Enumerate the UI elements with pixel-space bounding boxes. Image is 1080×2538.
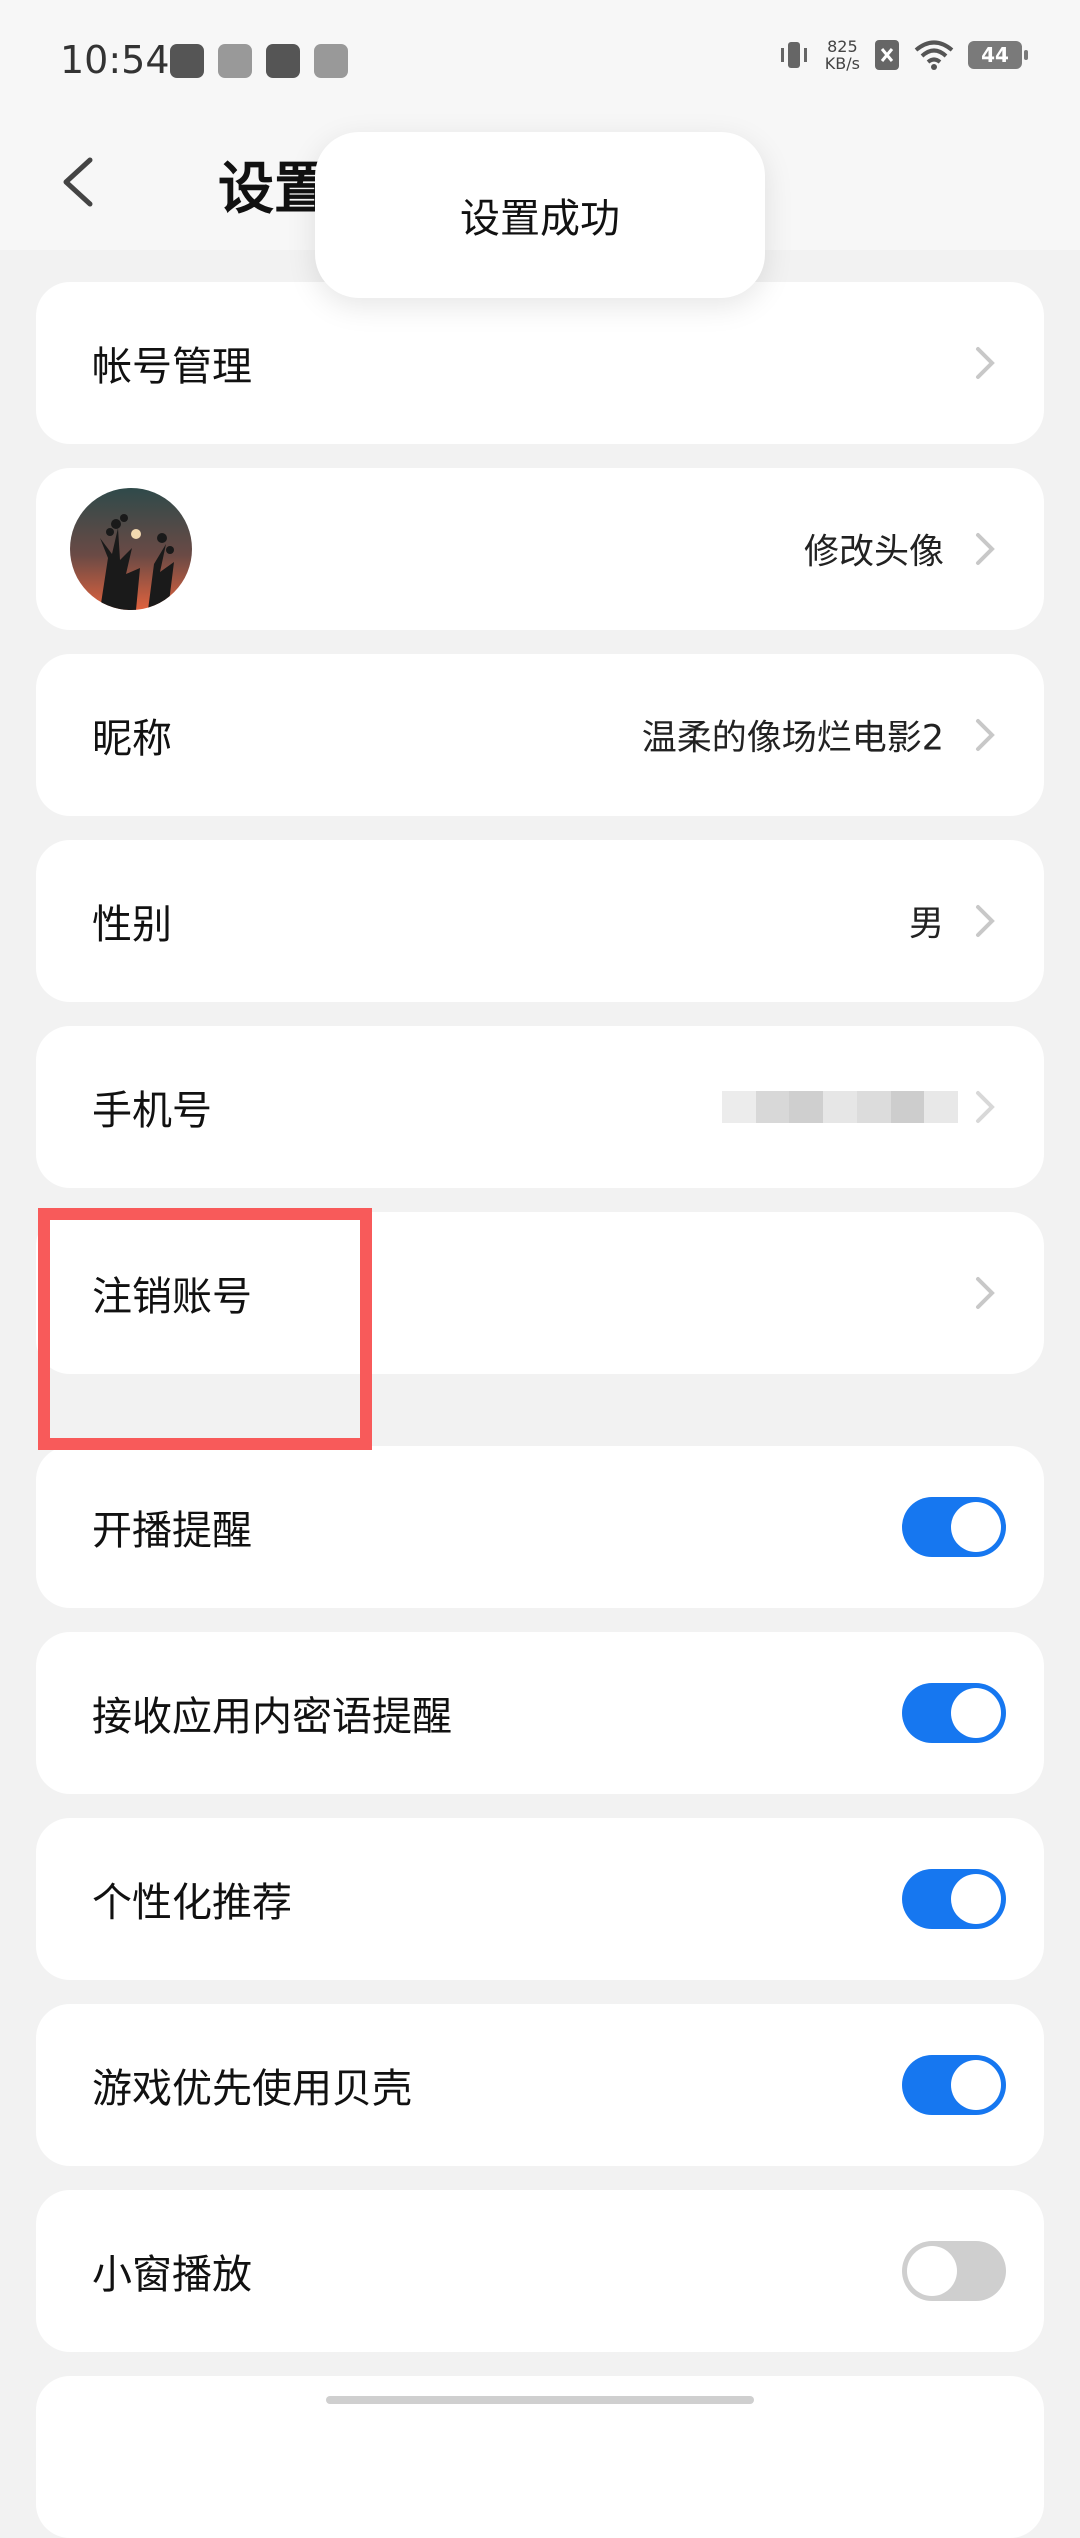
delete-account-label: 注销账号 [92, 1274, 252, 1320]
chevron-right-icon [976, 347, 995, 379]
mini-window-playback-item: 小窗播放 [36, 2190, 1044, 2352]
chevron-right-icon [976, 1091, 995, 1123]
network-speed: 825 KB/s [825, 38, 860, 72]
avatar [70, 488, 192, 610]
toast-message: 设置成功 [315, 132, 765, 298]
mini-window-playback-toggle[interactable] [902, 2241, 1006, 2301]
notification-icons [170, 44, 348, 78]
personalized-recommendation-item: 个性化推荐 [36, 1818, 1044, 1980]
no-sim-icon [875, 40, 899, 70]
wifi-icon [914, 40, 954, 70]
home-indicator [326, 2396, 754, 2404]
live-start-reminder-item: 开播提醒 [36, 1446, 1044, 1608]
chevron-right-icon [976, 719, 995, 751]
change-avatar-label: 修改头像 [803, 532, 944, 573]
qq-icon [218, 44, 252, 78]
toggle-knob [951, 1502, 1001, 1552]
chevron-right-icon [976, 533, 995, 565]
battery-icon: 44 [968, 41, 1028, 69]
account-management-item[interactable]: 帐号管理 [36, 282, 1044, 444]
toggle-knob [951, 2060, 1001, 2110]
status-time: 10:54 [60, 38, 170, 82]
status-bar: 10:54 825 KB/s 44 [0, 0, 1080, 120]
private-message-reminder-item: 接收应用内密语提醒 [36, 1632, 1044, 1794]
nickname-value: 温柔的像场烂电影2 [641, 718, 944, 759]
phone-number-item[interactable]: 手机号 [36, 1026, 1044, 1188]
nickname-label: 昵称 [92, 716, 172, 762]
chevron-right-icon [976, 1277, 995, 1309]
phone-number-masked [722, 1091, 959, 1123]
change-avatar-item[interactable]: 修改头像 [36, 468, 1044, 630]
back-button[interactable] [52, 152, 112, 212]
gender-value: 男 [908, 904, 944, 945]
live-start-reminder-label: 开播提醒 [92, 1508, 252, 1554]
game-shell-priority-toggle[interactable] [902, 2055, 1006, 2115]
nickname-item[interactable]: 昵称 温柔的像场烂电影2 [36, 654, 1044, 816]
network-speed-value: 825 [827, 37, 858, 56]
status-right: 825 KB/s 44 [777, 38, 1028, 72]
phone-number-label: 手机号 [92, 1088, 212, 1134]
app-icon [314, 44, 348, 78]
private-message-reminder-toggle[interactable] [902, 1683, 1006, 1743]
private-message-reminder-label: 接收应用内密语提醒 [92, 1694, 452, 1740]
toggle-knob [907, 2246, 957, 2296]
network-speed-unit: KB/s [824, 54, 860, 73]
mini-window-playback-label: 小窗播放 [92, 2252, 252, 2298]
toggle-knob [951, 1688, 1001, 1738]
toggle-knob [951, 1874, 1001, 1924]
vibrate-icon [780, 42, 807, 68]
live-start-reminder-toggle[interactable] [902, 1497, 1006, 1557]
chevron-right-icon [976, 905, 995, 937]
tiktok-icon [266, 44, 300, 78]
personalized-recommendation-label: 个性化推荐 [92, 1880, 292, 1926]
gender-label: 性别 [92, 902, 172, 948]
page-title: 设置 [218, 157, 330, 222]
gender-item[interactable]: 性别 男 [36, 840, 1044, 1002]
delete-account-item[interactable]: 注销账号 [36, 1212, 1044, 1374]
game-shell-priority-label: 游戏优先使用贝壳 [92, 2066, 412, 2112]
personalized-recommendation-toggle[interactable] [902, 1869, 1006, 1929]
game-shell-priority-item: 游戏优先使用贝壳 [36, 2004, 1044, 2166]
app-notification-icon [170, 44, 204, 78]
account-management-label: 帐号管理 [92, 344, 252, 390]
